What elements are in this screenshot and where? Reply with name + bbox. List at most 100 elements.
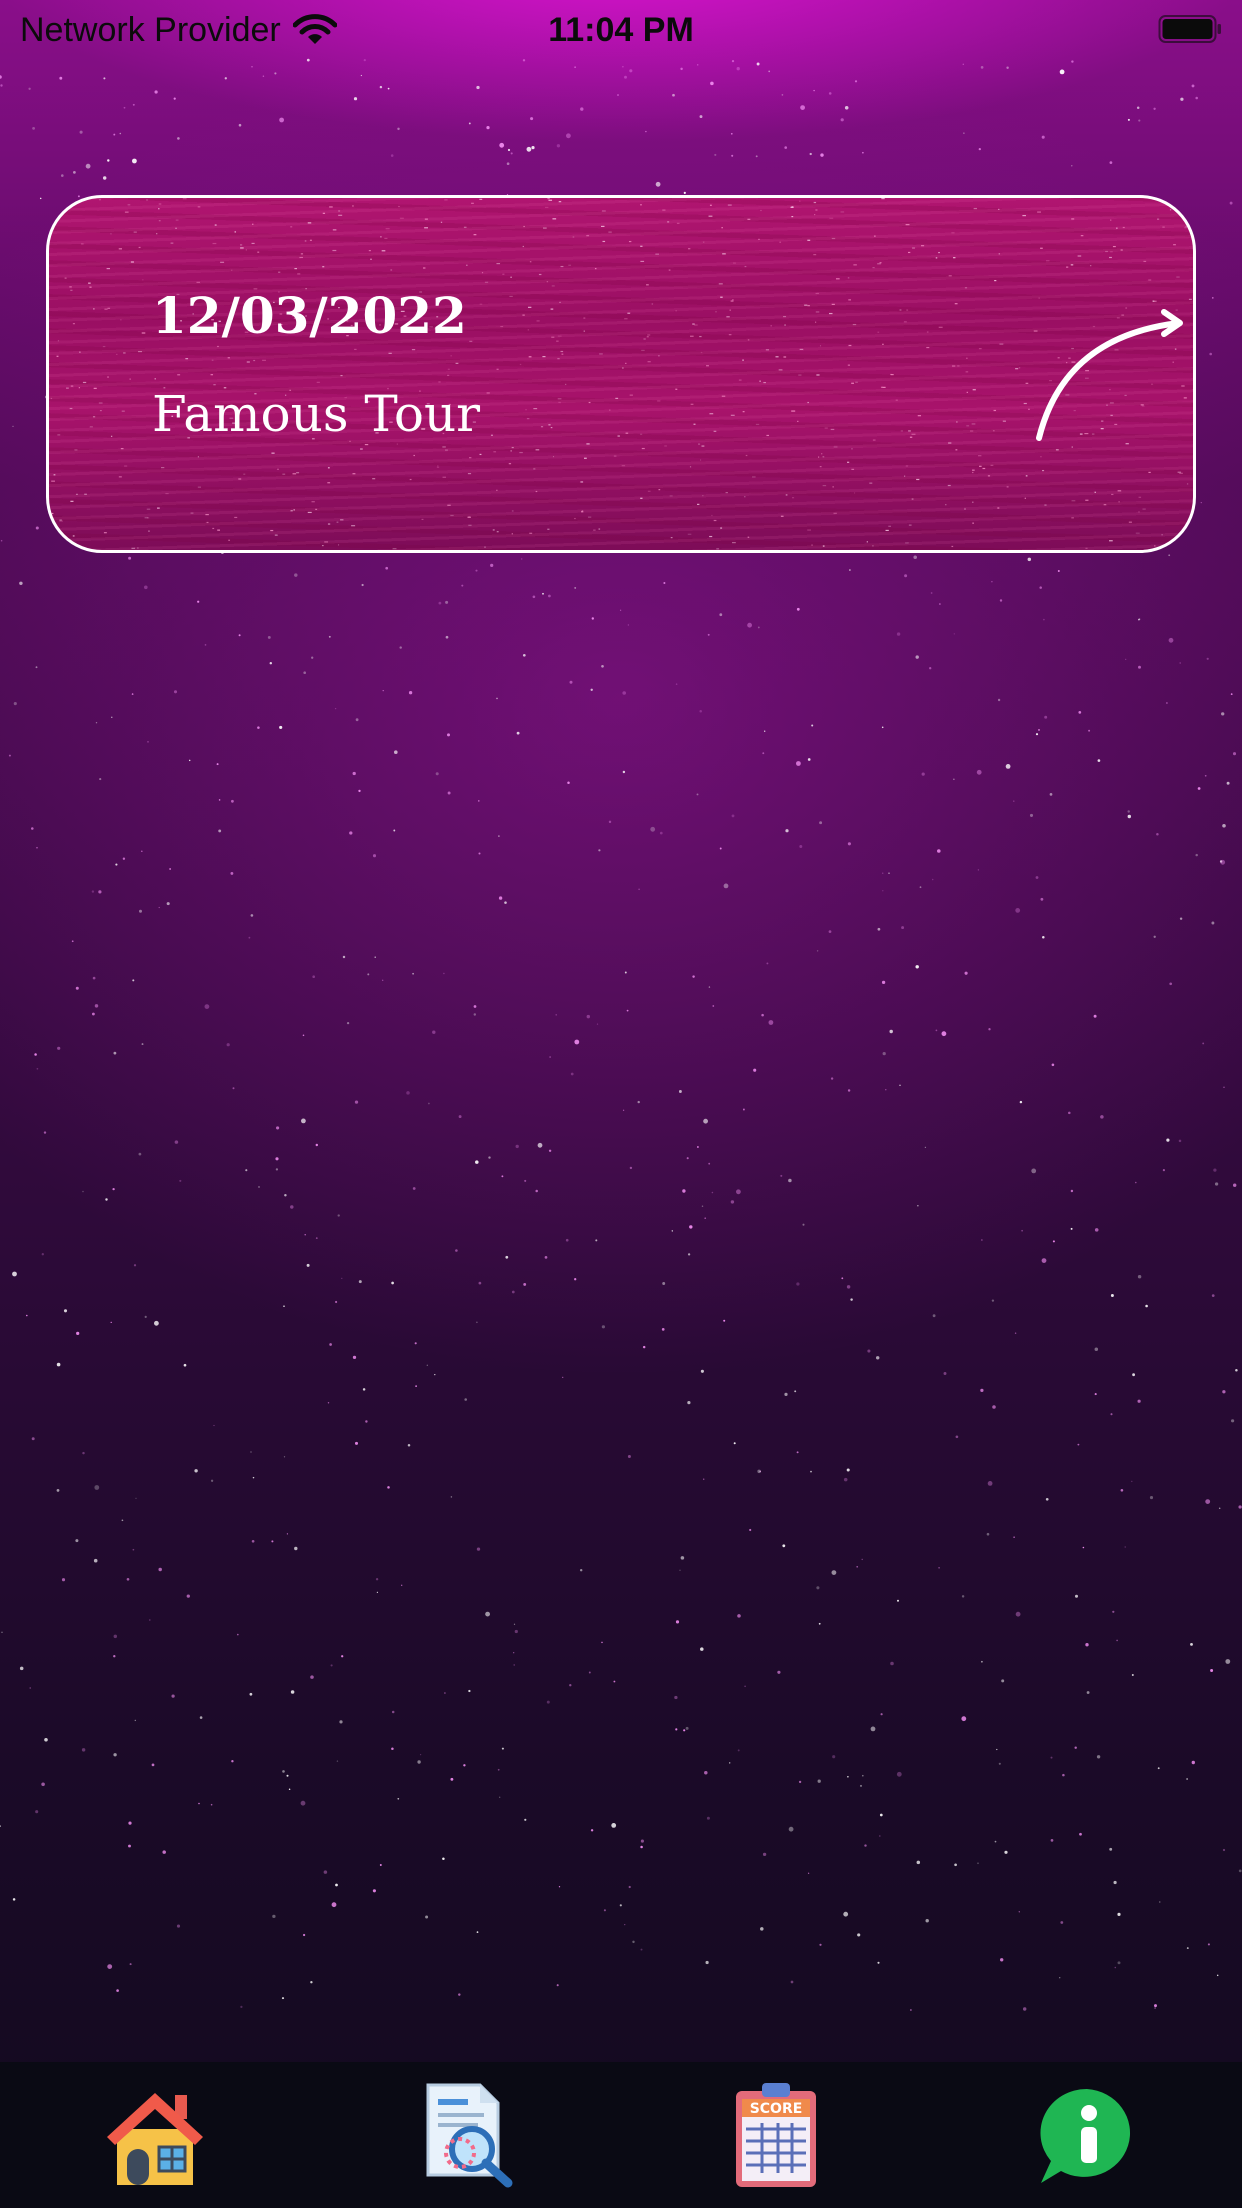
star	[603, 1909, 606, 1912]
texture-speck	[116, 353, 118, 356]
texture-speck	[547, 198, 550, 200]
texture-speck	[182, 198, 187, 200]
texture-speck	[388, 352, 392, 354]
star	[283, 1456, 286, 1458]
star	[173, 690, 178, 694]
star	[375, 1578, 379, 1581]
star	[1191, 1760, 1195, 1765]
texture-speck	[212, 242, 217, 245]
texture-speck	[760, 209, 762, 212]
star	[1226, 781, 1230, 785]
star	[282, 1770, 285, 1773]
star	[197, 600, 200, 603]
star	[399, 646, 402, 649]
texture-speck	[550, 308, 554, 310]
texture-speck	[816, 374, 820, 376]
star	[913, 555, 917, 559]
star	[846, 1285, 851, 1289]
star	[1062, 1773, 1065, 1777]
tab-scores[interactable]: SCORE	[706, 2075, 846, 2195]
texture-speck	[538, 273, 542, 276]
tab-search-documents[interactable]	[396, 2075, 536, 2195]
texture-speck	[206, 521, 209, 524]
star	[1204, 774, 1207, 777]
star	[71, 940, 74, 943]
star	[91, 1012, 95, 1016]
star	[941, 1031, 947, 1037]
tab-home[interactable]	[85, 2075, 225, 2195]
texture-speck	[252, 223, 254, 225]
star	[1162, 1169, 1165, 1172]
star	[1117, 1912, 1121, 1916]
star	[1135, 1181, 1137, 1184]
star	[925, 1919, 929, 1923]
star	[498, 835, 500, 837]
texture-speck	[337, 544, 340, 546]
star	[1197, 787, 1201, 790]
star	[339, 1720, 343, 1724]
texture-speck	[228, 539, 230, 541]
star	[131, 693, 134, 695]
star	[627, 624, 630, 626]
texture-speck	[57, 340, 59, 342]
texture-speck	[156, 233, 158, 235]
star	[476, 85, 480, 90]
texture-speck	[120, 319, 122, 321]
star	[473, 1005, 477, 1008]
star	[818, 1622, 821, 1625]
star	[962, 63, 964, 65]
texture-speck	[807, 401, 809, 404]
texture-speck	[651, 303, 653, 305]
tab-info[interactable]	[1017, 2075, 1157, 2195]
star	[129, 1963, 132, 1966]
star	[1179, 662, 1182, 664]
star	[284, 1194, 287, 1197]
texture-speck	[713, 519, 717, 522]
texture-speck	[522, 245, 524, 248]
star	[680, 1556, 685, 1560]
star	[499, 142, 505, 148]
texture-speck	[676, 222, 680, 224]
star	[687, 1253, 691, 1256]
star	[764, 730, 766, 732]
texture-speck	[1055, 449, 1059, 451]
star	[218, 799, 221, 801]
star	[981, 1239, 983, 1241]
texture-speck	[951, 365, 956, 367]
texture-speck	[220, 261, 225, 263]
texture-speck	[791, 215, 794, 218]
star	[1218, 1507, 1221, 1509]
texture-speck	[282, 473, 286, 475]
app-screen: Network Provider 11:04 PM 12/03/2022 Fam…	[0, 0, 1242, 2208]
star	[1117, 1961, 1121, 1965]
star	[231, 799, 234, 803]
curved-arrow-icon[interactable]	[984, 298, 1184, 448]
star	[113, 1753, 117, 1757]
texture-speck	[106, 268, 110, 270]
texture-speck	[148, 530, 150, 532]
texture-speck	[88, 282, 91, 284]
star	[661, 1328, 665, 1331]
star	[757, 1469, 761, 1474]
star	[730, 132, 733, 135]
texture-speck	[998, 253, 1000, 255]
texture-speck	[702, 495, 704, 497]
star	[41, 1253, 44, 1256]
star	[334, 707, 337, 710]
star	[1097, 759, 1101, 762]
texture-speck	[1109, 540, 1113, 542]
star	[747, 622, 752, 628]
texture-speck	[982, 467, 986, 470]
texture-speck	[899, 309, 902, 311]
star	[327, 1402, 330, 1404]
texture-speck	[1116, 227, 1118, 229]
star	[513, 1652, 515, 1654]
texture-speck	[877, 263, 881, 265]
texture-speck	[831, 303, 835, 305]
texture-speck	[912, 247, 915, 249]
star	[275, 1157, 279, 1161]
star	[174, 1140, 179, 1144]
event-card[interactable]: 12/03/2022 Famous Tour	[46, 195, 1196, 553]
texture-speck	[882, 386, 886, 388]
star	[310, 1981, 313, 1984]
